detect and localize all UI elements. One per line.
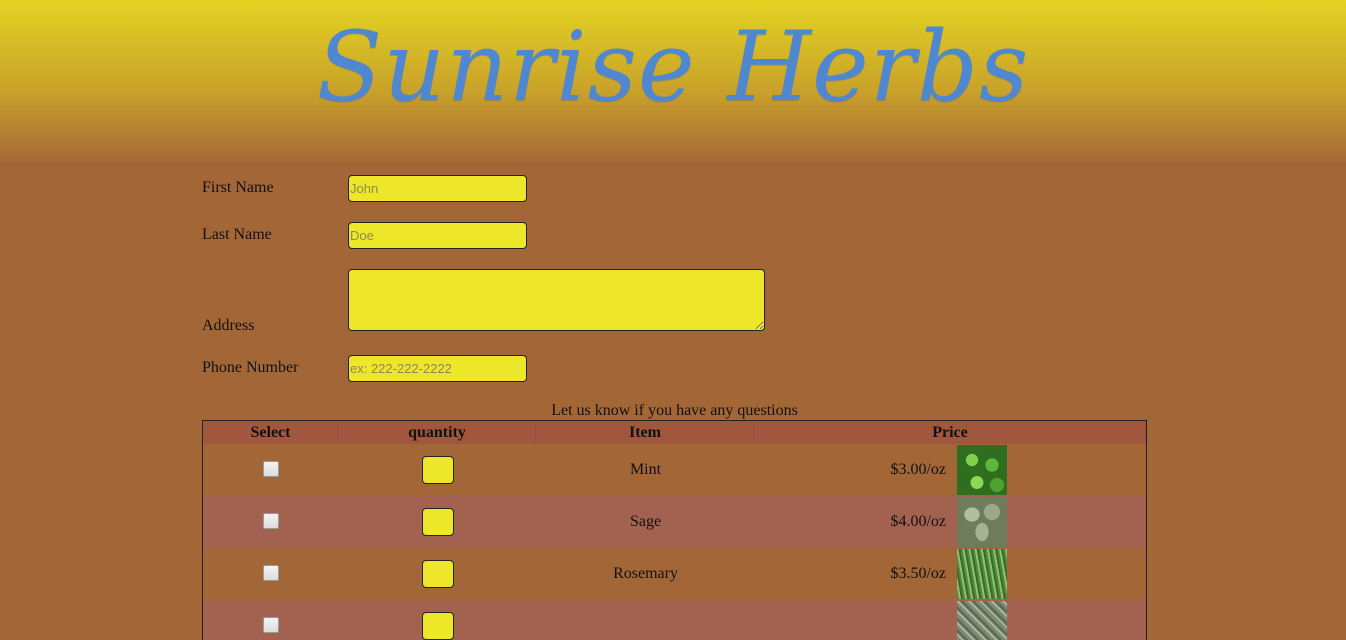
- select-checkbox[interactable]: [263, 565, 279, 581]
- product-table: Select quantity Item Price Mint $3.00/oz…: [202, 420, 1147, 640]
- select-checkbox[interactable]: [263, 617, 279, 633]
- mint-image: [957, 445, 1007, 495]
- item-price: $3.50/oz: [890, 565, 946, 582]
- header-select: Select: [203, 421, 339, 444]
- site-title: Sunrise Herbs: [316, 11, 1030, 123]
- address-textarea[interactable]: [348, 269, 765, 331]
- phone-number-label: Phone Number: [202, 359, 299, 376]
- questions-message: Let us know if you have any questions: [551, 402, 798, 419]
- header-price: Price: [755, 421, 1146, 444]
- header-item: Item: [536, 421, 755, 444]
- select-checkbox[interactable]: [263, 461, 279, 477]
- address-label: Address: [202, 317, 255, 334]
- item-price: $4.00/oz: [890, 513, 946, 530]
- table-row: Mint $3.00/oz: [203, 444, 1146, 496]
- thyme-image: [957, 601, 1007, 640]
- table-header-row: Select quantity Item Price: [203, 421, 1146, 444]
- item-name: [536, 600, 755, 640]
- header-quantity: quantity: [339, 421, 536, 444]
- select-checkbox[interactable]: [263, 513, 279, 529]
- page-header: Sunrise Herbs: [0, 0, 1346, 165]
- item-name: Mint: [629, 461, 662, 478]
- table-row: Sage $4.00/oz: [203, 496, 1146, 548]
- quantity-input[interactable]: [421, 612, 454, 640]
- quantity-input[interactable]: [421, 456, 454, 484]
- table-row: Rosemary $3.50/oz: [203, 548, 1146, 600]
- item-name: Sage: [629, 513, 662, 530]
- last-name-input[interactable]: [348, 222, 527, 249]
- rosemary-image: [957, 549, 1007, 599]
- quantity-input[interactable]: [421, 508, 454, 536]
- item-name: Rosemary: [613, 565, 678, 582]
- first-name-input[interactable]: [348, 175, 527, 202]
- item-price: $3.00/oz: [890, 461, 946, 478]
- table-row: [203, 600, 1146, 640]
- phone-number-input[interactable]: [348, 355, 527, 382]
- sage-image: [957, 497, 1007, 547]
- quantity-input[interactable]: [421, 560, 454, 588]
- last-name-label: Last Name: [202, 226, 272, 243]
- first-name-label: First Name: [202, 179, 274, 196]
